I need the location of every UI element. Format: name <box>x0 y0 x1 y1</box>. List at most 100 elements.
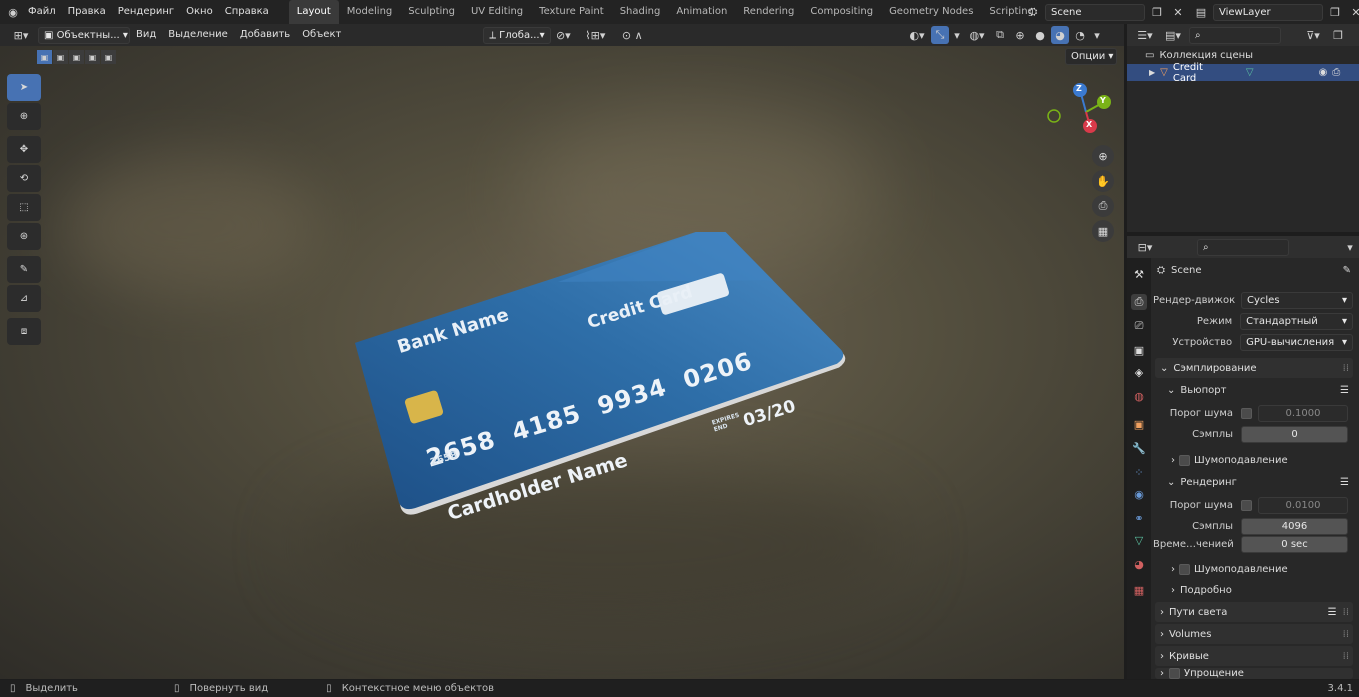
vp-noise-threshold-checkbox[interactable] <box>1241 407 1252 419</box>
view-layer-icon[interactable]: ▤ <box>1192 3 1210 21</box>
tab-compositing[interactable]: Compositing <box>802 0 881 24</box>
xray-icon[interactable]: ⧉ <box>991 26 1009 44</box>
delete-view-layer-icon[interactable]: ✕ <box>1347 3 1359 21</box>
tab-shading[interactable]: Shading <box>612 0 669 24</box>
new-collection-icon[interactable]: ❐ <box>1329 26 1347 44</box>
select-intersect-icon[interactable]: ▣ <box>101 50 116 64</box>
curves-panel-header[interactable]: › Кривые ⁞⁞ <box>1155 646 1353 666</box>
transform-tool[interactable]: ⊛ <box>7 223 41 250</box>
camera-view-button[interactable]: ⎙ <box>1092 195 1114 217</box>
texture-tab-icon[interactable]: ▦ <box>1131 582 1147 598</box>
navigation-gizmo[interactable]: Z Y X <box>1042 78 1118 142</box>
light-paths-panel-header[interactable]: › Пути света ☰ ⁞⁞ <box>1155 602 1353 622</box>
properties-options-icon[interactable]: ▾ <box>1341 238 1359 256</box>
simplify-checkbox[interactable] <box>1169 668 1180 679</box>
display-mode-icon[interactable]: ▤▾ <box>1161 26 1185 44</box>
visibility-icon[interactable]: ◐▾ <box>905 26 929 44</box>
r-noise-threshold-checkbox[interactable] <box>1241 499 1252 511</box>
menu-help[interactable]: Справка <box>219 0 275 24</box>
render-engine-dropdown[interactable]: Cycles ▾ <box>1241 291 1353 309</box>
new-view-layer-icon[interactable]: ❐ <box>1326 3 1344 21</box>
device-dropdown[interactable]: GPU-вычисления ▾ <box>1240 333 1353 351</box>
menu-object[interactable]: Объект <box>296 23 347 47</box>
gizmo-dropdown-icon[interactable]: ▾ <box>951 26 963 44</box>
vp-denoise-checkbox[interactable] <box>1179 454 1190 466</box>
drag-handle-icon[interactable]: ⁞⁞ <box>1343 363 1349 374</box>
select-invert-icon[interactable]: ▣ <box>85 50 100 64</box>
measure-tool[interactable]: ⊿ <box>7 285 41 312</box>
r-samples-field[interactable]: 4096 <box>1241 517 1348 535</box>
outliner-editor-type-icon[interactable]: ☰▾ <box>1133 26 1157 44</box>
select-box-tool[interactable]: ➤ <box>7 74 41 101</box>
solid-shading-icon[interactable]: ● <box>1031 26 1049 44</box>
3d-viewport[interactable]: ▣ ▣ ▣ ▣ ▣ Опции ▾ ➤ ⊕ ✥ ⟲ ⬚ ⊛ ✎ ⊿ ⧈ Z Y … <box>0 46 1124 679</box>
annotate-tool[interactable]: ✎ <box>7 256 41 283</box>
select-subtract-icon[interactable]: ▣ <box>69 50 84 64</box>
menu-window[interactable]: Окно <box>180 0 219 24</box>
perspective-toggle-button[interactable]: ▦ <box>1092 220 1114 242</box>
menu-add[interactable]: Добавить <box>234 23 296 47</box>
output-tab-icon[interactable]: ⎚ <box>1131 318 1147 334</box>
material-tab-icon[interactable]: ◕ <box>1131 556 1147 572</box>
scene-tab-icon[interactable]: ◈ <box>1131 364 1147 380</box>
tab-rendering[interactable]: Rendering <box>735 0 802 24</box>
scene-icon[interactable]: ⛭ <box>1024 3 1042 21</box>
mesh-data-icon[interactable]: ▽ <box>1246 67 1254 78</box>
editor-type-icon[interactable]: ⊞▾ <box>8 26 34 44</box>
new-scene-icon[interactable]: ❐ <box>1148 3 1166 21</box>
eye-icon[interactable]: ◉ <box>1319 67 1328 78</box>
wireframe-shading-icon[interactable]: ⊕ <box>1011 26 1029 44</box>
blender-logo-icon[interactable]: ◉ <box>4 3 22 21</box>
gizmo-toggle-icon[interactable]: ⤡ <box>931 26 949 44</box>
snap-icon[interactable]: ⌇⊞▾ <box>575 26 615 44</box>
tab-modeling[interactable]: Modeling <box>339 0 401 24</box>
credit-card-object[interactable]: Bank Name Credit Card 2658 4185 9934 020… <box>353 226 847 525</box>
zoom-button[interactable]: ⊕ <box>1092 145 1114 167</box>
scale-tool[interactable]: ⬚ <box>7 194 41 221</box>
viewport-subpanel-header[interactable]: ⌄ Вьюпорт ☰ <box>1167 380 1353 400</box>
delete-scene-icon[interactable]: ✕ <box>1169 3 1187 21</box>
simplify-panel-header[interactable]: › Упрощение <box>1155 668 1353 679</box>
tab-layout[interactable]: Layout <box>288 0 339 24</box>
pin-icon[interactable]: ✎ <box>1343 265 1351 276</box>
list-options-icon[interactable]: ☰ <box>1340 385 1349 396</box>
tool-tab-icon[interactable]: ⚒ <box>1131 266 1147 282</box>
expand-chevron-icon[interactable]: › <box>1171 564 1175 575</box>
render-subpanel-header[interactable]: ⌄ Рендеринг ☰ <box>1167 472 1353 492</box>
expand-chevron-icon[interactable]: › <box>1171 455 1175 466</box>
cursor-tool[interactable]: ⊕ <box>7 103 41 130</box>
physics-tab-icon[interactable]: ◉ <box>1131 486 1147 502</box>
scene-collection-row[interactable]: ▭ Коллекция сцены <box>1127 47 1359 64</box>
rotate-tool[interactable]: ⟲ <box>7 165 41 192</box>
view-layer-field[interactable]: ViewLayer <box>1213 3 1323 21</box>
add-cube-tool[interactable]: ⧈ <box>7 318 41 345</box>
modifier-tab-icon[interactable]: 🔧 <box>1131 440 1147 456</box>
world-tab-icon[interactable]: ◍ <box>1131 388 1147 404</box>
properties-search-input[interactable]: ⌕ <box>1197 238 1289 256</box>
tab-sculpting[interactable]: Sculpting <box>400 0 463 24</box>
material-shading-icon[interactable]: ◕ <box>1051 26 1069 44</box>
orientation-dropdown[interactable]: ⟂ Глоба...▾ <box>483 26 552 44</box>
sampling-panel-header[interactable]: ⌄ Сэмплирование ⁞⁞ <box>1155 358 1353 378</box>
menu-edit[interactable]: Правка <box>62 0 112 24</box>
list-options-icon[interactable]: ☰ <box>1340 477 1349 488</box>
outliner-search-input[interactable]: ⌕ <box>1189 26 1281 44</box>
tab-animation[interactable]: Animation <box>668 0 735 24</box>
volumes-panel-header[interactable]: › Volumes ⁞⁞ <box>1155 624 1353 644</box>
outliner-item-credit-card[interactable]: ▶ ▽ Credit Card ▽ ◉ ⎙ <box>1127 62 1359 84</box>
overlay-icon[interactable]: ◍▾ <box>965 26 989 44</box>
menu-view[interactable]: Вид <box>130 23 162 47</box>
expand-arrow-icon[interactable]: ▶ <box>1149 68 1155 77</box>
rendered-shading-icon[interactable]: ◔ <box>1071 26 1089 44</box>
move-tool[interactable]: ✥ <box>7 136 41 163</box>
render-camera-icon[interactable]: ⎙ <box>1332 67 1340 78</box>
time-limit-field[interactable]: 0 sec <box>1241 535 1348 553</box>
select-new-icon[interactable]: ▣ <box>37 50 52 64</box>
r-noise-threshold-field[interactable]: 0.0100 <box>1258 496 1348 514</box>
drag-handle-icon[interactable]: ⁞⁞ <box>1343 629 1349 640</box>
mode-dropdown[interactable]: ▣ Объектны... ▾ <box>38 26 130 44</box>
data-tab-icon[interactable]: ▽ <box>1131 532 1147 548</box>
drag-handle-icon[interactable]: ⁞⁞ <box>1343 607 1349 618</box>
properties-editor-type-icon[interactable]: ⊟▾ <box>1133 238 1157 256</box>
select-extend-icon[interactable]: ▣ <box>53 50 68 64</box>
